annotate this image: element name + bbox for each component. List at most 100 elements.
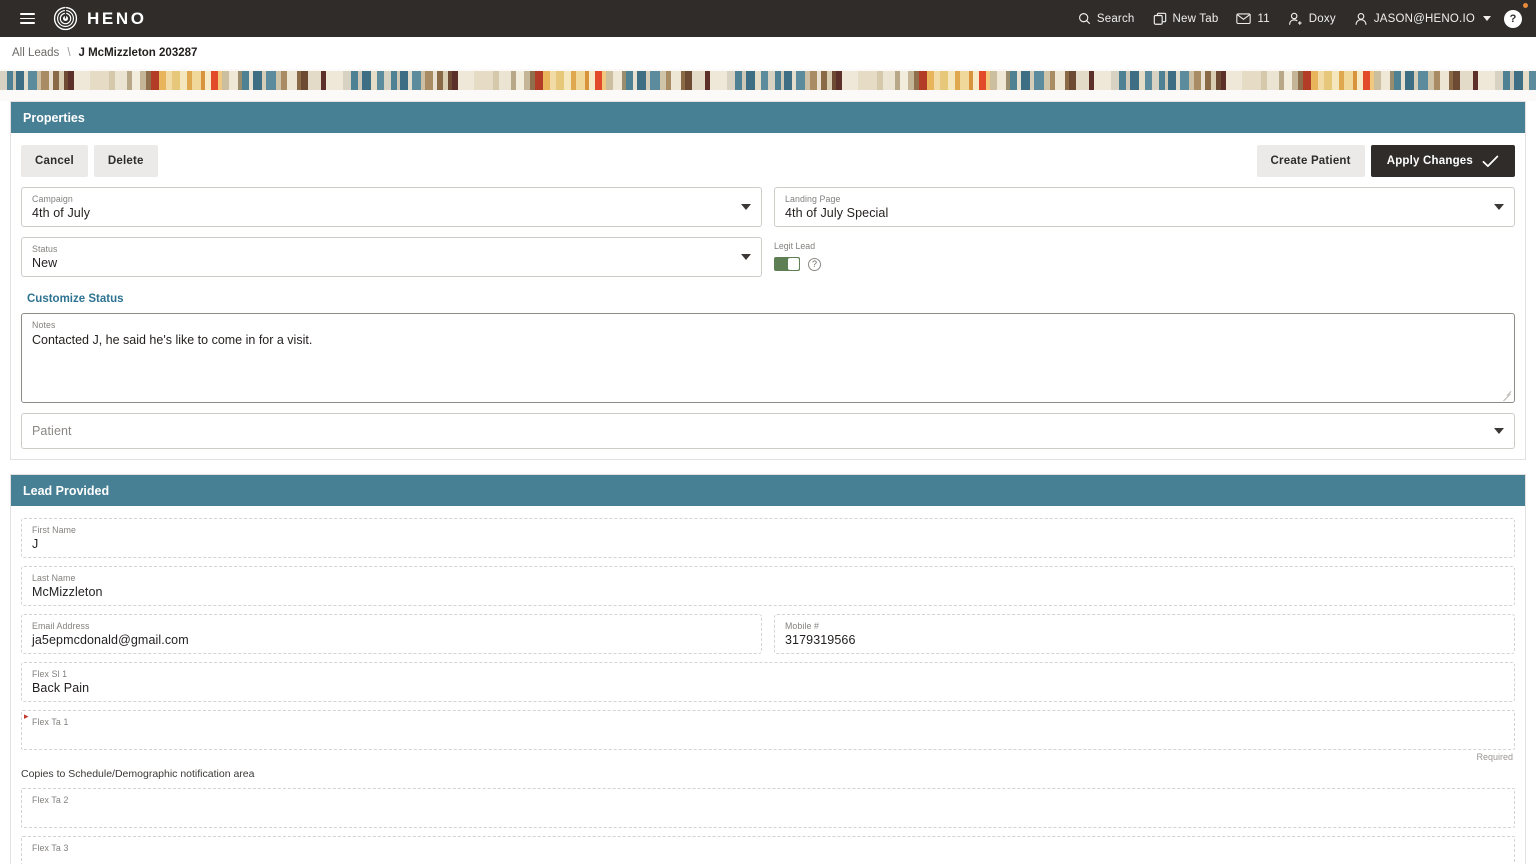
banner-segment bbox=[1094, 71, 1112, 90]
campaign-value: 4th of July bbox=[32, 206, 91, 220]
brand-name: HENO bbox=[87, 8, 147, 28]
search-button[interactable]: Search bbox=[1069, 7, 1144, 30]
banner-segment bbox=[399, 71, 408, 90]
first-name-field[interactable]: First Name J bbox=[21, 518, 1515, 558]
banner-segment bbox=[242, 71, 249, 90]
mobile-field[interactable]: Mobile # 3179319566 bbox=[774, 614, 1515, 654]
notes-value: Contacted J, he said he's like to come i… bbox=[32, 333, 313, 347]
banner-segment bbox=[1033, 71, 1045, 90]
banner-segment bbox=[1331, 71, 1339, 90]
user-email-label: JASON@HENO.IO bbox=[1373, 12, 1475, 25]
search-label: Search bbox=[1096, 12, 1135, 25]
banner-segment bbox=[376, 71, 385, 90]
banner-segment bbox=[685, 71, 692, 90]
banner-segment bbox=[326, 71, 344, 90]
banner-segment bbox=[287, 71, 297, 90]
banner-segment bbox=[132, 71, 141, 90]
chevron-down-icon bbox=[1494, 428, 1504, 434]
help-button[interactable]: ? bbox=[1504, 9, 1522, 28]
notification-dot bbox=[1523, 3, 1528, 8]
banner-segment bbox=[150, 71, 160, 90]
flex-ta1-helper-text: Copies to Schedule/Demographic notificat… bbox=[21, 768, 255, 780]
banner-segment bbox=[606, 71, 613, 90]
patient-select[interactable]: Patient bbox=[21, 413, 1515, 449]
banner-segment bbox=[516, 71, 525, 90]
banner-segment bbox=[301, 71, 308, 90]
notes-label: Notes bbox=[32, 320, 56, 330]
flex-ta3-label: Flex Ta 3 bbox=[32, 843, 69, 853]
email-field[interactable]: Email Address ja5epmcdonald@gmail.com bbox=[21, 614, 762, 654]
properties-panel: Properties Cancel Delete Create Patient … bbox=[10, 101, 1526, 460]
banner-segment bbox=[1152, 71, 1159, 90]
banner-segment bbox=[90, 71, 109, 90]
breadcrumb-current: J McMizzleton 203287 bbox=[78, 47, 198, 59]
banner-segment bbox=[918, 71, 928, 90]
banner-segment bbox=[474, 71, 493, 90]
apply-changes-button[interactable]: Apply Changes bbox=[1370, 145, 1515, 177]
email-label: Email Address bbox=[32, 621, 90, 631]
banner-segment bbox=[1439, 71, 1449, 90]
email-mobile-row: Email Address ja5epmcdonald@gmail.com Mo… bbox=[21, 614, 1515, 654]
heno-logo[interactable]: HENO bbox=[53, 6, 147, 31]
banner-segment bbox=[1495, 71, 1504, 90]
user-account-menu[interactable]: JASON@HENO.IO bbox=[1345, 7, 1500, 31]
customize-status-link[interactable]: Customize Status bbox=[21, 287, 124, 313]
doxy-button[interactable]: Doxy bbox=[1279, 7, 1345, 31]
delete-button[interactable]: Delete bbox=[93, 145, 158, 177]
email-value: ja5epmcdonald@gmail.com bbox=[32, 633, 189, 647]
messages-button[interactable]: 11 bbox=[1227, 7, 1278, 30]
resize-handle[interactable] bbox=[1501, 389, 1512, 400]
status-select[interactable]: Status New bbox=[21, 237, 762, 277]
banner-segment bbox=[612, 71, 623, 90]
legit-lead-help-icon[interactable]: ? bbox=[808, 257, 821, 271]
last-name-field[interactable]: Last Name McMizzleton bbox=[21, 566, 1515, 606]
chevron-down-icon bbox=[1483, 16, 1491, 21]
banner-segment bbox=[192, 71, 201, 90]
campaign-select[interactable]: Campaign 4th of July bbox=[21, 187, 762, 227]
chevron-down-icon bbox=[741, 204, 751, 210]
banner-segment bbox=[1394, 71, 1401, 90]
status-legit-row: Status New Legit Lead ? bbox=[21, 237, 1515, 277]
banner-segment bbox=[1528, 71, 1536, 90]
banner-segment bbox=[343, 71, 352, 90]
banner-segment bbox=[809, 71, 817, 90]
flex-ta2-field[interactable]: Flex Ta 2 bbox=[21, 788, 1515, 828]
landing-page-select[interactable]: Landing Page 4th of July Special bbox=[774, 187, 1515, 227]
flex-sl1-field[interactable]: Flex Sl 1 Back Pain bbox=[21, 662, 1515, 702]
banner-segment bbox=[595, 71, 603, 90]
banner-segment bbox=[1111, 71, 1120, 90]
flex-sl1-value: Back Pain bbox=[32, 681, 90, 695]
banner-segment bbox=[1405, 71, 1414, 90]
banner-segment bbox=[1503, 71, 1510, 90]
heno-mark-icon bbox=[53, 6, 78, 31]
flex-ta1-field[interactable]: ▸ Flex Ta 1 bbox=[21, 710, 1515, 750]
search-icon bbox=[1078, 13, 1091, 25]
legit-lead-toggle[interactable] bbox=[774, 257, 800, 271]
banner-segment bbox=[745, 71, 755, 90]
banner-segment bbox=[649, 71, 661, 90]
hamburger-icon[interactable] bbox=[14, 6, 40, 32]
banner-segment bbox=[768, 71, 775, 90]
person-add-icon bbox=[1288, 12, 1302, 25]
create-patient-button[interactable]: Create Patient bbox=[1256, 145, 1365, 177]
flex-ta3-field[interactable]: Flex Ta 3 bbox=[21, 836, 1515, 864]
banner-segment bbox=[458, 71, 475, 90]
banner-segment bbox=[1267, 71, 1280, 90]
new-tab-label: New Tab bbox=[1172, 12, 1219, 25]
cancel-button[interactable]: Cancel bbox=[21, 145, 88, 177]
banner-segment bbox=[637, 71, 646, 90]
banner-segment bbox=[411, 71, 421, 90]
banner-segment bbox=[795, 71, 805, 90]
banner-segment bbox=[555, 71, 564, 90]
new-tab-button[interactable]: New Tab bbox=[1144, 7, 1228, 31]
legit-lead-control: ? bbox=[774, 257, 1515, 271]
messages-count: 11 bbox=[1257, 12, 1270, 25]
banner-segment bbox=[691, 71, 705, 90]
banner-segment bbox=[1302, 71, 1312, 90]
notes-textarea[interactable]: Notes Contacted J, he said he's like to … bbox=[21, 313, 1515, 403]
person-icon bbox=[1355, 12, 1367, 25]
chevron-down-icon bbox=[741, 254, 751, 260]
banner-segment bbox=[626, 71, 633, 90]
breadcrumb-all-leads[interactable]: All Leads bbox=[12, 47, 59, 59]
first-name-label: First Name bbox=[32, 525, 77, 535]
